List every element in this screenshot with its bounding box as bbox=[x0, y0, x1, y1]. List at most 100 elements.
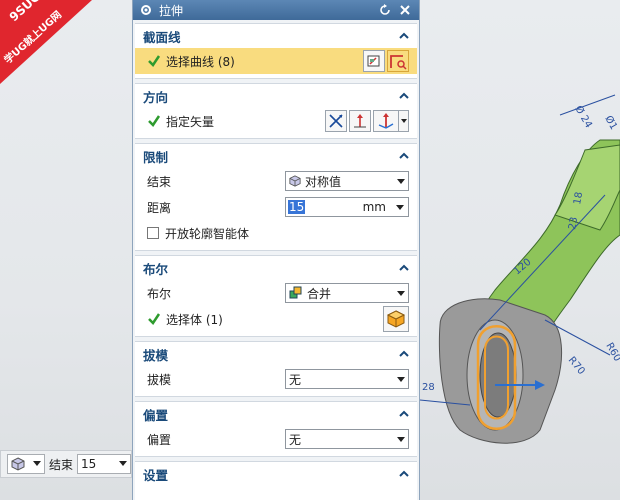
distance-input[interactable]: 15 mm bbox=[285, 197, 409, 217]
end-type-dropdown[interactable] bbox=[7, 454, 45, 474]
draft-label: 拔模 bbox=[147, 372, 172, 387]
chevron-up-icon bbox=[399, 410, 409, 417]
end-value: 对称值 bbox=[305, 174, 342, 189]
end-row: 结束 对称值 bbox=[135, 168, 417, 194]
boolean-row: 布尔 合并 bbox=[135, 280, 417, 306]
select-body-button[interactable] bbox=[383, 306, 409, 332]
dim-label: R70 bbox=[566, 355, 587, 377]
unite-icon bbox=[289, 286, 302, 299]
dim-label: 23 bbox=[567, 216, 580, 230]
mini-end-value-field[interactable]: 15 bbox=[77, 454, 132, 474]
watermark-logo: 9SUG 学UG就上UG网 bbox=[0, 0, 92, 84]
section-title: 截面线 bbox=[143, 29, 181, 45]
open-profile-row[interactable]: 开放轮廓智能体 bbox=[135, 220, 417, 246]
cube-icon bbox=[11, 457, 25, 471]
dialog-title: 拉伸 bbox=[159, 3, 184, 18]
select-body-label: 选择体 (1) bbox=[166, 312, 223, 327]
select-curve-label: 选择曲线 (8) bbox=[166, 54, 235, 69]
offset-label: 偏置 bbox=[147, 432, 172, 447]
section-title: 拔模 bbox=[143, 347, 169, 363]
dim-label: 28 bbox=[422, 382, 435, 393]
open-profile-checkbox[interactable] bbox=[147, 227, 159, 239]
direction-header[interactable]: 方向 bbox=[135, 84, 417, 108]
chevron-down-icon bbox=[397, 178, 405, 184]
section-title: 设置 bbox=[143, 467, 169, 483]
limits-header[interactable]: 限制 bbox=[135, 144, 417, 168]
offset-header[interactable]: 偏置 bbox=[135, 402, 417, 426]
cube-icon bbox=[289, 175, 301, 187]
check-icon bbox=[148, 55, 161, 67]
section-title: 布尔 bbox=[143, 261, 169, 277]
vector-dialog-button[interactable] bbox=[349, 110, 371, 132]
distance-value: 15 bbox=[288, 200, 306, 214]
draft-group: 拔模 拔模 无 bbox=[135, 341, 417, 397]
draft-select[interactable]: 无 bbox=[285, 369, 409, 389]
reverse-direction-button[interactable] bbox=[325, 110, 347, 132]
extrude-dialog: 拉伸 截面线 选择曲线 (8) 方向 指定矢量 限制 结束 对称值 距离 15 … bbox=[132, 0, 420, 500]
offset-group: 偏置 偏置 无 bbox=[135, 401, 417, 457]
draft-value: 无 bbox=[289, 372, 302, 387]
axis-vector-icon bbox=[378, 113, 394, 129]
sketch-icon bbox=[367, 55, 380, 67]
section-curve-header[interactable]: 截面线 bbox=[135, 24, 417, 48]
select-body-row[interactable]: 选择体 (1) bbox=[135, 306, 417, 332]
chevron-up-icon bbox=[399, 470, 409, 477]
select-curve-row[interactable]: 选择曲线 (8) bbox=[135, 48, 417, 74]
reset-button[interactable] bbox=[377, 2, 393, 18]
vector-type-button bbox=[373, 110, 399, 132]
reset-icon bbox=[380, 4, 390, 15]
chevron-down-icon bbox=[396, 204, 404, 210]
chevron-down-icon bbox=[397, 290, 405, 296]
mini-end-label: 结束 bbox=[49, 457, 74, 472]
vector-icon bbox=[354, 114, 366, 128]
sketch-section-button[interactable] bbox=[363, 50, 385, 72]
section-title: 限制 bbox=[143, 149, 169, 165]
draft-row: 拔模 无 bbox=[135, 366, 417, 392]
chevron-down-icon bbox=[397, 376, 405, 382]
specify-vector-label: 指定矢量 bbox=[166, 114, 215, 129]
check-icon bbox=[148, 115, 161, 127]
mini-end-value: 15 bbox=[81, 457, 97, 471]
solid-body-icon bbox=[386, 310, 406, 328]
curve-icon bbox=[390, 55, 407, 70]
open-profile-label: 开放轮廓智能体 bbox=[165, 226, 250, 241]
boolean-header[interactable]: 布尔 bbox=[135, 256, 417, 280]
offset-select[interactable]: 无 bbox=[285, 429, 409, 449]
settings-header[interactable]: 设置 bbox=[135, 462, 417, 486]
section-title: 方向 bbox=[143, 89, 169, 105]
chevron-down-icon bbox=[399, 110, 409, 132]
section-curve-group: 截面线 选择曲线 (8) bbox=[135, 23, 417, 79]
chevron-up-icon bbox=[399, 32, 409, 39]
direction-group: 方向 指定矢量 bbox=[135, 83, 417, 139]
specify-vector-row[interactable]: 指定矢量 bbox=[135, 108, 417, 134]
offset-value: 无 bbox=[289, 432, 302, 447]
check-icon bbox=[148, 313, 161, 325]
dim-label: Ø 24 bbox=[572, 104, 594, 131]
close-icon bbox=[400, 5, 410, 15]
end-select[interactable]: 对称值 bbox=[285, 171, 409, 191]
distance-unit: mm bbox=[362, 200, 386, 214]
chevron-down-icon bbox=[397, 436, 405, 442]
boolean-value: 合并 bbox=[307, 286, 332, 301]
end-label: 结束 bbox=[147, 174, 172, 189]
distance-row: 距离 15 mm bbox=[135, 194, 417, 220]
chevron-down-icon bbox=[33, 461, 41, 466]
boolean-label: 布尔 bbox=[147, 286, 172, 301]
limits-group: 限制 结束 对称值 距离 15 mm 开放轮廓智能体 bbox=[135, 143, 417, 251]
boolean-group: 布尔 布尔 合并 选择体 (1) bbox=[135, 255, 417, 337]
chevron-up-icon bbox=[399, 264, 409, 271]
chevron-up-icon bbox=[399, 152, 409, 159]
dim-label: 18 bbox=[572, 191, 585, 205]
draft-header[interactable]: 拔模 bbox=[135, 342, 417, 366]
vector-type-dropdown[interactable] bbox=[373, 110, 409, 132]
settings-group: 设置 bbox=[135, 461, 417, 500]
chevron-up-icon bbox=[399, 92, 409, 99]
mini-toolbar: 结束 15 bbox=[0, 450, 132, 478]
close-button[interactable] bbox=[397, 2, 413, 18]
dialog-titlebar[interactable]: 拉伸 bbox=[133, 0, 419, 20]
boolean-select[interactable]: 合并 bbox=[285, 283, 409, 303]
dim-label: Ø1 bbox=[602, 114, 620, 132]
distance-label: 距离 bbox=[147, 200, 172, 215]
curve-select-button[interactable] bbox=[387, 50, 409, 72]
offset-row: 偏置 无 bbox=[135, 426, 417, 452]
